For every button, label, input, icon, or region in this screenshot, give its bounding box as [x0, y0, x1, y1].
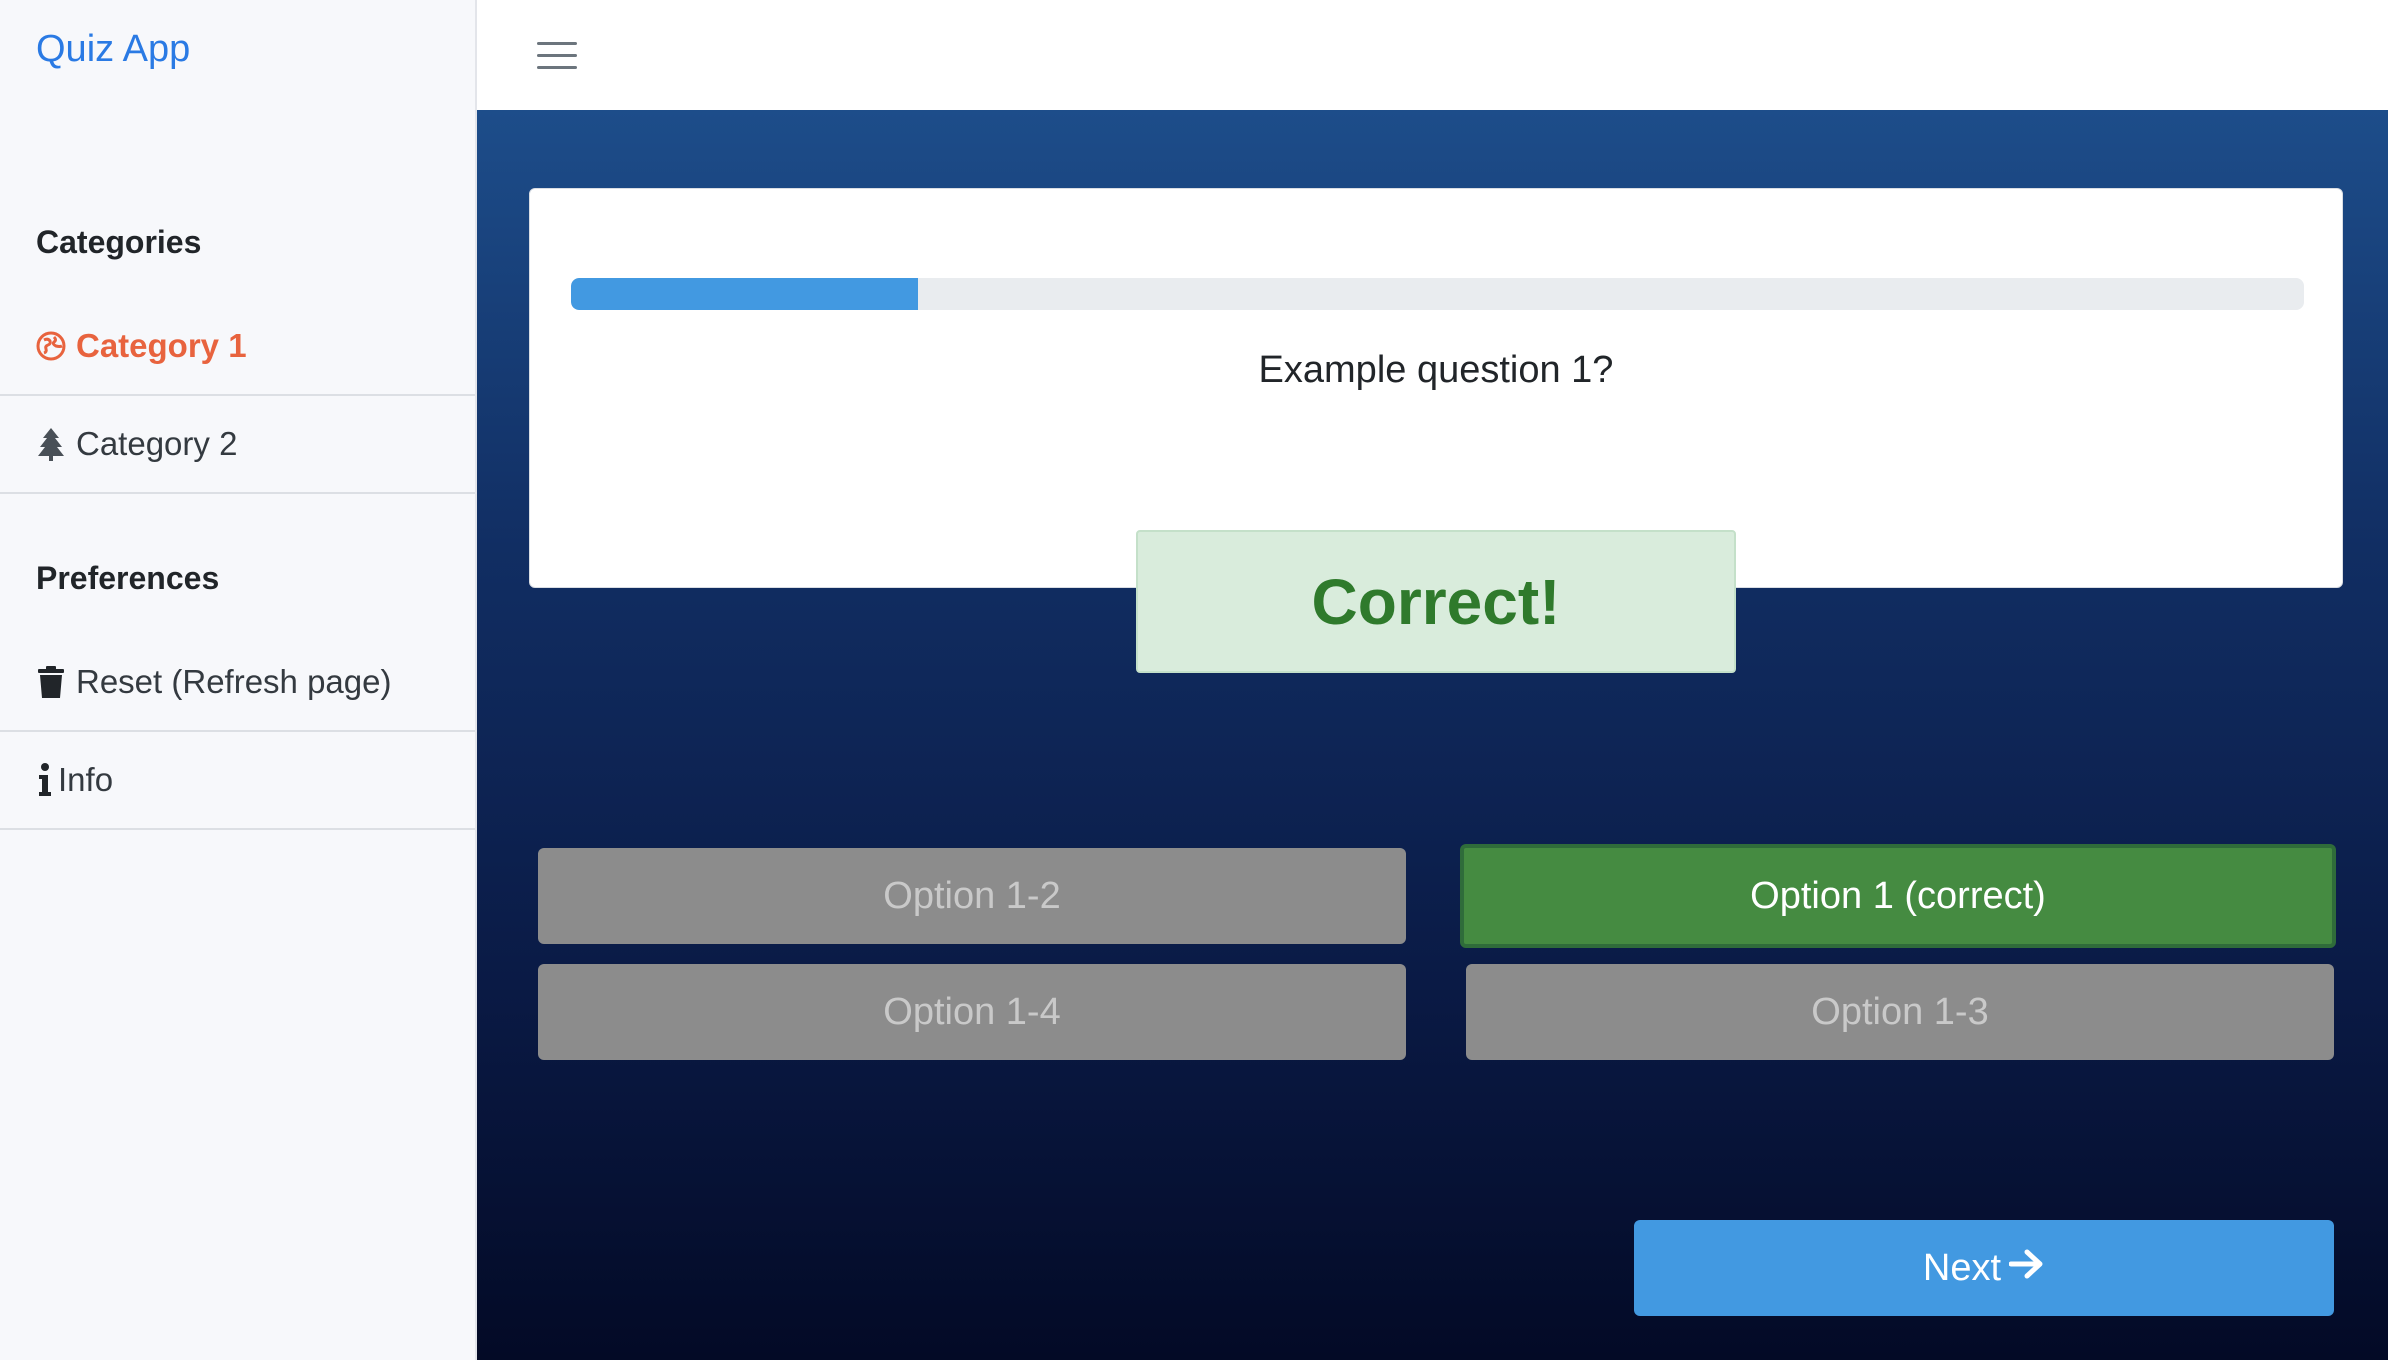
globe-icon: [36, 329, 66, 363]
option-button-correct[interactable]: Option 1 (correct): [1460, 844, 2336, 948]
quiz-area: Example question 1? Correct! Option 1-2 …: [477, 110, 2388, 1360]
tree-icon: [36, 427, 66, 461]
sidebar-item-reset[interactable]: Reset (Refresh page): [0, 634, 475, 732]
sidebar: Quiz App Categories Category 1 Category …: [0, 0, 477, 1360]
question-text: Example question 1?: [1258, 349, 1614, 391]
next-button[interactable]: Next: [1634, 1220, 2334, 1316]
option-button[interactable]: Option 1-3: [1466, 964, 2334, 1060]
option-button[interactable]: Option 1-4: [538, 964, 1406, 1060]
next-button-label: Next: [1922, 1246, 2002, 1289]
sidebar-item-label: Info: [58, 761, 114, 798]
info-icon: [36, 763, 54, 797]
quiz-app: Quiz App Categories Category 1 Category …: [0, 0, 2388, 1360]
sidebar-item-label: Reset (Refresh page): [76, 663, 392, 700]
arrow-right-icon: [2001, 1247, 2045, 1290]
progress-bar: [571, 278, 2304, 310]
top-bar: [477, 0, 2388, 110]
option-button[interactable]: Option 1-2: [538, 848, 1406, 944]
brand-link[interactable]: Quiz App: [36, 28, 190, 71]
sidebar-item-category-2[interactable]: Category 2: [0, 396, 475, 494]
trash-icon: [36, 665, 66, 699]
sidebar-item-category-1[interactable]: Category 1: [0, 298, 475, 396]
categories-heading: Categories: [36, 224, 202, 260]
question-card: Example question 1?: [529, 188, 2343, 588]
sidebar-item-label: Category 2: [76, 425, 238, 462]
preferences-heading: Preferences: [36, 560, 220, 596]
progress-fill: [571, 278, 918, 310]
sidebar-item-info[interactable]: Info: [0, 732, 475, 830]
feedback-banner: Correct!: [1136, 530, 1736, 673]
hamburger-menu-icon[interactable]: [537, 38, 577, 70]
sidebar-item-label: Category 1: [76, 327, 247, 364]
